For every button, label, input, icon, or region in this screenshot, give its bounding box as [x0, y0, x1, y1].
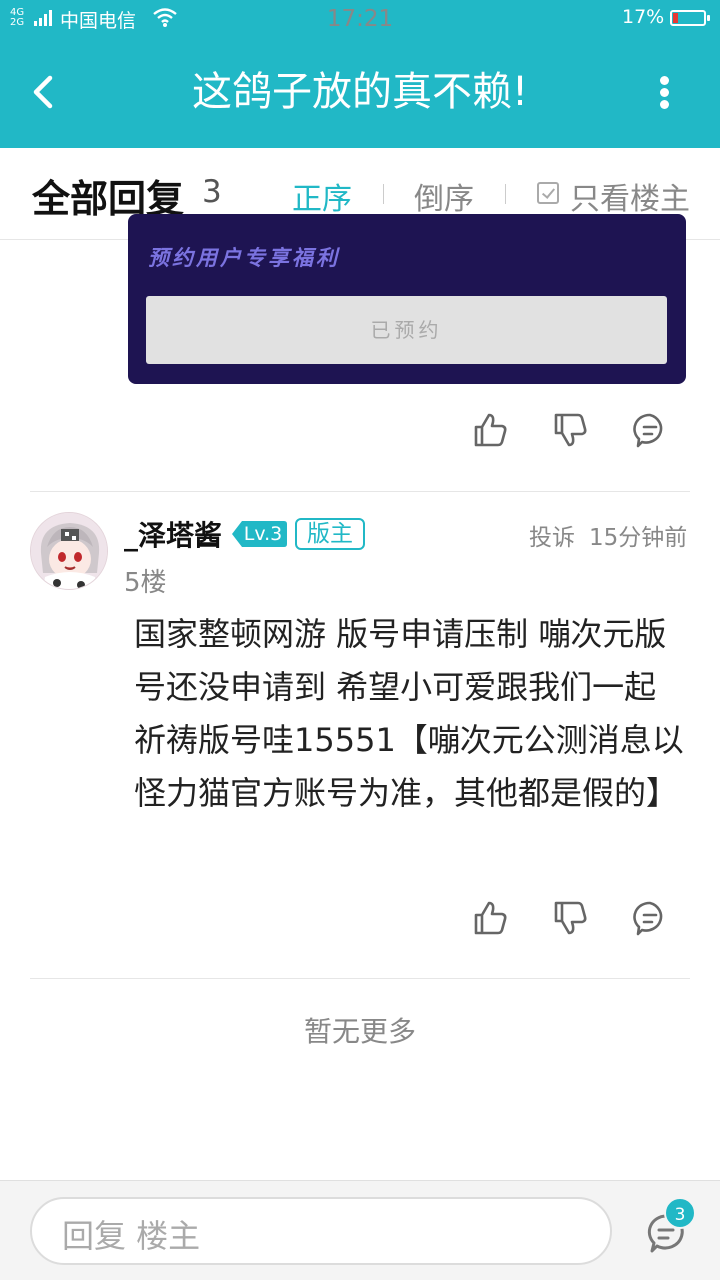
post-time: 15分钟前: [589, 525, 688, 551]
comment-icon[interactable]: [630, 410, 670, 450]
battery-icon: [670, 10, 710, 26]
title-bar: 这鸽子放的真不赖!: [0, 36, 720, 148]
username[interactable]: _泽塔酱: [124, 514, 222, 554]
status-bar: 4G 2G 中国电信 17:21 17%: [0, 0, 720, 36]
divider: [383, 184, 384, 204]
more-vertical-icon[interactable]: [650, 72, 680, 112]
page-title: 这鸽子放的真不赖!: [191, 69, 529, 115]
report-link[interactable]: 投诉: [529, 518, 575, 552]
thumbs-down-icon[interactable]: [550, 898, 590, 938]
thumbs-up-icon[interactable]: [470, 898, 510, 938]
bottom-bar: 回复 楼主 3: [0, 1180, 720, 1280]
battery-percent: 17%: [622, 6, 665, 28]
clock: 17:21: [326, 6, 394, 32]
chevron-left-icon[interactable]: [26, 70, 66, 114]
no-more-text: 暂无更多: [303, 1015, 416, 1048]
sort-ascending-tab[interactable]: 正序: [292, 174, 352, 218]
moderator-badge: 版主: [295, 518, 365, 550]
comment-icon[interactable]: [630, 898, 670, 938]
post-content: 国家整顿网游 版号申请压制 嘣次元版号还没申请到 希望小可爱跟我们一起祈祷版号哇…: [134, 615, 684, 812]
thumbs-down-icon[interactable]: [550, 410, 590, 450]
promo-card: 预约用户专享福利 已预约: [128, 214, 686, 384]
thumbs-up-icon[interactable]: [470, 410, 510, 450]
comment-count-badge: 3: [664, 1197, 696, 1229]
reply-placeholder: 回复 楼主: [62, 1217, 201, 1255]
sort-descending-tab[interactable]: 倒序: [414, 174, 474, 218]
only-host-toggle[interactable]: 只看楼主: [570, 174, 690, 218]
avatar[interactable]: [30, 512, 108, 590]
avatar-image: [31, 513, 107, 589]
level-text: Lv.3: [243, 523, 283, 545]
post-actions: [470, 410, 670, 450]
reply-input[interactable]: 回复 楼主: [30, 1197, 612, 1265]
checkbox-icon[interactable]: [537, 182, 559, 204]
divider: [30, 491, 690, 492]
reserved-button[interactable]: 已预约: [146, 296, 667, 364]
divider: [505, 184, 506, 204]
promo-text: 预约用户专享福利: [148, 246, 340, 270]
floor-number: 5楼: [124, 568, 167, 598]
reply-count: 3: [202, 174, 222, 210]
post-actions: [470, 898, 670, 938]
battery-fill: [673, 13, 678, 23]
divider: [30, 978, 690, 979]
level-badge: Lv.3: [230, 519, 288, 549]
